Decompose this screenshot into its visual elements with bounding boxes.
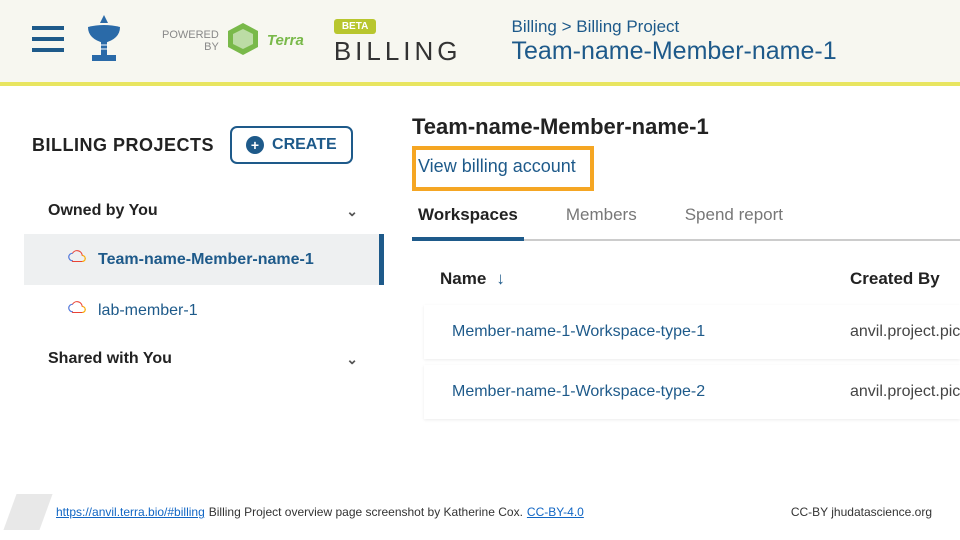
project-label: Team-name-Member-name-1	[98, 251, 314, 269]
project-item-selected[interactable]: Team-name-Member-name-1	[24, 234, 384, 285]
footer-decoration-icon	[3, 494, 52, 530]
chevron-down-icon: ⌄	[346, 351, 358, 368]
title-block: BETA BILLING	[334, 16, 462, 67]
sort-down-icon: ↓	[496, 269, 505, 289]
col-created-by[interactable]: Created By	[850, 269, 960, 289]
col-name-label: Name	[440, 269, 486, 289]
source-url-link[interactable]: https://anvil.terra.bio/#billing	[56, 505, 205, 519]
tab-spend[interactable]: Spend report	[679, 205, 789, 239]
section-owned-label: Owned by You	[48, 202, 158, 220]
chevron-down-icon: ⌄	[346, 203, 358, 220]
body: BILLING PROJECTS + CREATE Owned by You ⌄…	[0, 86, 960, 466]
section-shared[interactable]: Shared with You ⌄	[24, 336, 384, 382]
workspace-name: Member-name-1-Workspace-type-2	[452, 383, 850, 401]
powered-by: POWERED BY Terra	[162, 21, 304, 60]
google-cloud-icon	[68, 248, 86, 271]
powered-line1: POWERED	[162, 29, 219, 41]
powered-line2: BY	[162, 41, 219, 53]
project-item[interactable]: lab-member-1	[24, 285, 384, 336]
section-owned[interactable]: Owned by You ⌄	[24, 188, 384, 234]
workspace-creator: anvil.project.pic	[850, 323, 960, 341]
workspace-creator: anvil.project.pic	[850, 383, 960, 401]
breadcrumb: Billing > Billing Project Team-name-Memb…	[512, 17, 837, 66]
page-section-title: BILLING	[334, 36, 462, 67]
project-title: Team-name-Member-name-1	[412, 114, 960, 140]
section-shared-label: Shared with You	[48, 350, 172, 368]
top-bar-left: POWERED BY Terra BETA BILLING	[32, 13, 462, 70]
license-link[interactable]: CC-BY-4.0	[527, 505, 584, 519]
breadcrumb-current: Team-name-Member-name-1	[512, 37, 837, 66]
footer: https://anvil.terra.bio/#billing Billing…	[0, 494, 960, 530]
plus-icon: +	[246, 136, 264, 154]
sidebar-title: BILLING PROJECTS	[32, 135, 214, 156]
project-label: lab-member-1	[98, 302, 198, 320]
sidebar: BILLING PROJECTS + CREATE Owned by You ⌄…	[0, 86, 384, 466]
workspace-row[interactable]: Member-name-1-Workspace-type-2 anvil.pro…	[424, 365, 960, 419]
sidebar-head: BILLING PROJECTS + CREATE	[24, 126, 384, 188]
highlight-box: View billing account	[412, 146, 594, 191]
breadcrumb-path[interactable]: Billing > Billing Project	[512, 17, 837, 37]
footer-caption: Billing Project overview page screenshot…	[209, 505, 523, 519]
table-header: Name ↓ Created By	[412, 241, 960, 305]
hamburger-icon[interactable]	[32, 26, 64, 57]
view-billing-link[interactable]: View billing account	[416, 156, 576, 176]
top-bar: POWERED BY Terra BETA BILLING Billing > …	[0, 0, 960, 86]
terra-label: Terra	[267, 33, 304, 50]
create-label: CREATE	[272, 136, 337, 154]
terra-logo-icon	[225, 21, 261, 60]
anvil-logo-icon[interactable]	[82, 13, 126, 70]
main-panel: Team-name-Member-name-1 View billing acc…	[384, 86, 960, 466]
workspace-row[interactable]: Member-name-1-Workspace-type-1 anvil.pro…	[424, 305, 960, 359]
tab-workspaces[interactable]: Workspaces	[412, 205, 524, 241]
tabs: Workspaces Members Spend report	[412, 205, 960, 241]
col-name[interactable]: Name ↓	[440, 269, 850, 289]
workspace-name: Member-name-1-Workspace-type-1	[452, 323, 850, 341]
tab-members[interactable]: Members	[560, 205, 643, 239]
google-cloud-icon	[68, 299, 86, 322]
footer-left: https://anvil.terra.bio/#billing Billing…	[10, 494, 584, 530]
create-button[interactable]: + CREATE	[230, 126, 353, 164]
beta-badge: BETA	[334, 19, 376, 34]
footer-attribution: CC-BY jhudatascience.org	[791, 505, 932, 519]
